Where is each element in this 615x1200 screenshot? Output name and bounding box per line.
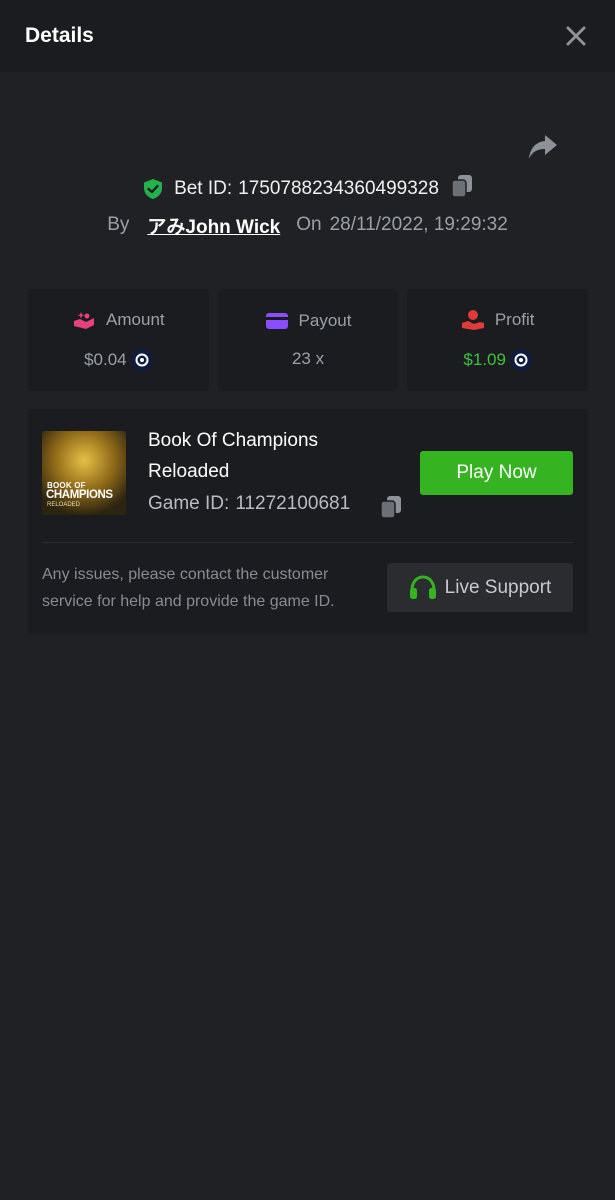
game-card: BOOK OF CHAMPIONS RELOADED Book Of Champ… [28,409,588,634]
live-support-label: Live Support [444,576,552,598]
thumb-line2: CHAMPIONS [46,489,113,501]
game-id-value: 11272100681 [235,493,351,514]
by-label: By [107,214,130,235]
bet-id-row: Bet ID: 1750788234360499328 [0,174,615,204]
shield-check-icon [144,179,163,199]
coin-icon [509,349,532,371]
copy-bet-id-button[interactable] [451,174,473,204]
profit-icon [461,310,484,330]
play-now-button[interactable]: Play Now [420,451,573,495]
payout-label: Payout [298,311,352,330]
thumb-line3: RELOADED [47,502,81,508]
user-link[interactable]: アみJohn Wick [147,212,280,239]
close-icon [566,26,586,46]
amount-label: Amount [106,310,165,329]
share-icon [529,135,557,159]
bet-id-label: Bet ID: [174,178,233,199]
profit-label: Profit [494,310,535,329]
payout-icon [265,313,288,329]
profit-card: Profit $1.09 [407,289,589,391]
amount-card: Amount $0.04 [28,289,209,391]
payout-value: 23 x [291,349,325,368]
headset-icon [409,574,436,599]
game-id-row: Game ID: 11272100681 [148,493,401,519]
close-button[interactable] [563,23,589,49]
live-support-button[interactable]: Live Support [387,563,573,612]
game-thumbnail[interactable]: BOOK OF CHAMPIONS RELOADED [42,431,126,515]
payout-card: Payout 23 x [217,289,399,391]
amount-value: $0.04 [84,350,127,369]
copy-game-id-button[interactable] [380,495,402,525]
page-title: Details [25,24,94,47]
details-header: Details [0,0,615,72]
bet-meta-row: By アみJohn Wick On 28/11/2022, 19:29:32 [0,210,615,240]
amount-icon [74,312,95,329]
profit-value: $1.09 [463,350,506,369]
support-hint-text: Any issues, please contact the customer … [42,566,335,610]
share-button[interactable] [527,132,559,162]
bet-stats: Amount $0.04 Payout 23 x Profit $1.09 [28,289,589,391]
bet-datetime: 28/11/2022, 19:29:32 [329,214,508,235]
game-title: Book Of Champions Reloaded [148,430,319,482]
on-label: On [296,214,322,235]
copy-icon [380,496,401,519]
game-id-label: Game ID: [148,493,230,514]
bet-id-value: 1750788234360499328 [238,178,439,199]
coin-icon [130,349,153,371]
copy-icon [451,175,472,198]
divider [42,542,573,543]
